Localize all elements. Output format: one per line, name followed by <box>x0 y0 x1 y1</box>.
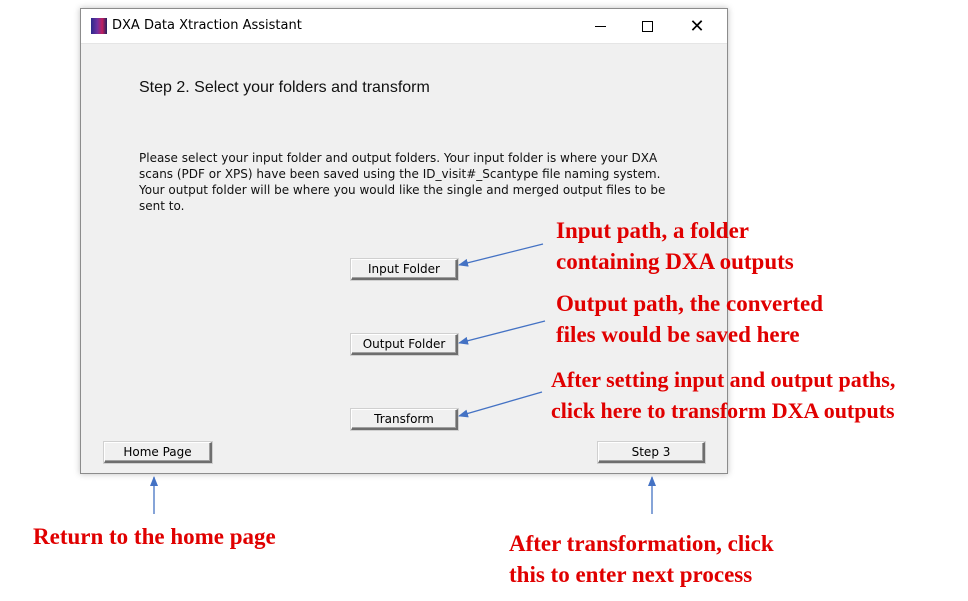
annotation-input-line1: Input path, a folder <box>556 218 749 243</box>
annotation-step3-line1: After transformation, click <box>509 531 774 556</box>
annotation-output-line1: Output path, the converted <box>556 291 824 316</box>
output-arrow <box>458 320 546 345</box>
annotation-transform: After setting input and output paths, cl… <box>551 364 895 426</box>
annotation-input: Input path, a folder containing DXA outp… <box>556 215 794 277</box>
annotation-output-line2: files would be saved here <box>556 322 800 347</box>
transform-arrow <box>458 391 543 418</box>
annotation-transform-line1: After setting input and output paths, <box>551 367 896 392</box>
annotation-output: Output path, the converted files would b… <box>556 288 823 350</box>
annotation-transform-line2: click here to transform DXA outputs <box>551 398 895 423</box>
annotation-input-line2: containing DXA outputs <box>556 249 794 274</box>
annotation-home: Return to the home page <box>33 524 276 549</box>
input-arrow <box>458 243 544 267</box>
annotation-step3: After transformation, click this to ente… <box>509 528 774 590</box>
annotation-step3-line2: this to enter next process <box>509 562 753 587</box>
